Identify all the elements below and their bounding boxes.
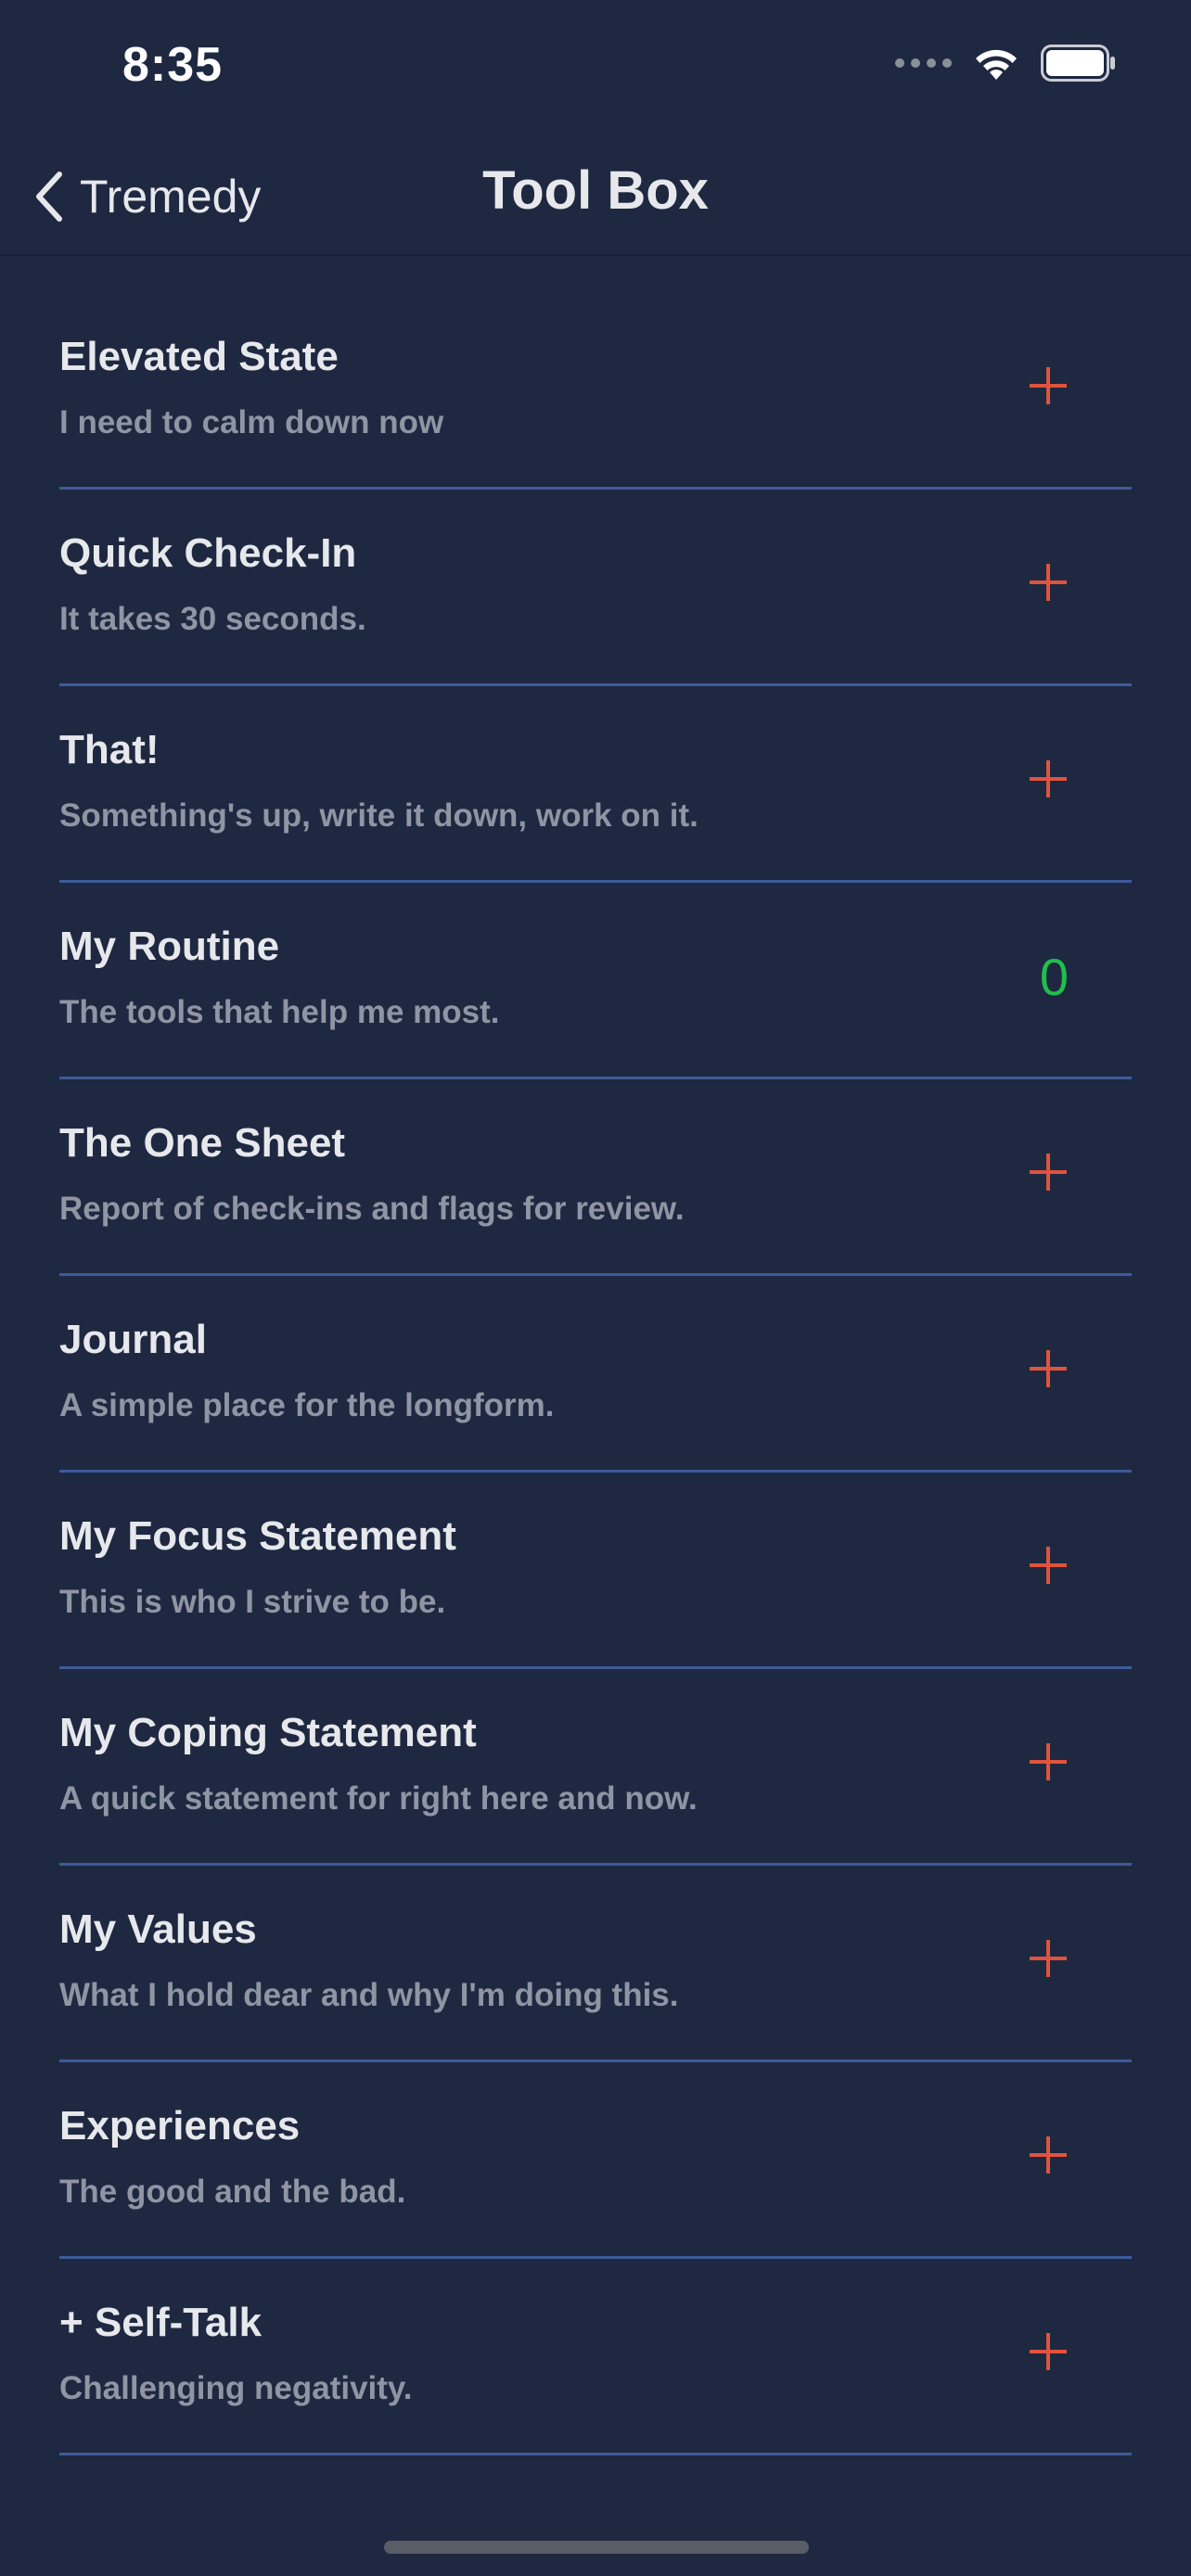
home-indicator[interactable]: [384, 2541, 809, 2554]
tool-row-quick-check-in[interactable]: Quick Check-In It takes 30 seconds.: [59, 490, 1132, 686]
tool-row-the-one-sheet[interactable]: The One Sheet Report of check-ins and fl…: [59, 1079, 1132, 1276]
status-icons: [895, 45, 1117, 82]
plus-icon: [1030, 1547, 1067, 1584]
tool-subtitle: This is who I strive to be.: [59, 1584, 446, 1620]
routine-count: 0: [1039, 948, 1069, 1006]
plus-icon: [1030, 2136, 1067, 2174]
tool-subtitle: Challenging negativity.: [59, 2370, 413, 2406]
tool-list: Elevated State I need to calm down now Q…: [59, 293, 1132, 2455]
plus-icon: [1030, 2333, 1067, 2370]
add-button[interactable]: [1020, 1537, 1076, 1593]
tool-row-that[interactable]: That! Something's up, write it down, wor…: [59, 686, 1132, 883]
wifi-icon: [976, 49, 1017, 80]
tool-row-my-routine[interactable]: My Routine The tools that help me most. …: [59, 883, 1132, 1079]
tool-title: My Routine: [59, 924, 280, 969]
tool-row-my-coping-statement[interactable]: My Coping Statement A quick statement fo…: [59, 1669, 1132, 1866]
plus-icon: [1030, 760, 1067, 797]
add-button[interactable]: [1020, 555, 1076, 610]
plus-icon: [1030, 564, 1067, 601]
tool-row-journal[interactable]: Journal A simple place for the longform.: [59, 1276, 1132, 1473]
add-button[interactable]: [1020, 1734, 1076, 1790]
add-button[interactable]: [1020, 1341, 1076, 1396]
add-button[interactable]: [1020, 1144, 1076, 1200]
tool-subtitle: What I hold dear and why I'm doing this.: [59, 1977, 679, 2013]
tool-subtitle: Something's up, write it down, work on i…: [59, 797, 698, 834]
tool-row-elevated-state[interactable]: Elevated State I need to calm down now: [59, 293, 1132, 490]
battery-icon: [1041, 45, 1115, 82]
tool-title: My Coping Statement: [59, 1710, 477, 1755]
tool-title: Experiences: [59, 2103, 301, 2149]
plus-icon: [1030, 367, 1067, 404]
tool-row-my-values[interactable]: My Values What I hold dear and why I'm d…: [59, 1866, 1132, 2062]
tool-title: My Values: [59, 1906, 257, 1952]
cellular-signal-icon: [895, 58, 952, 68]
tool-row-experiences[interactable]: Experiences The good and the bad.: [59, 2062, 1132, 2259]
add-button[interactable]: [1020, 1931, 1076, 1986]
add-button[interactable]: [1020, 358, 1076, 414]
tool-subtitle: I need to calm down now: [59, 404, 444, 440]
tool-subtitle: The tools that help me most.: [59, 994, 500, 1030]
plus-icon: [1030, 1154, 1067, 1191]
tool-row-my-focus-statement[interactable]: My Focus Statement This is who I strive …: [59, 1473, 1132, 1669]
tool-row-self-talk[interactable]: + Self-Talk Challenging negativity.: [59, 2259, 1132, 2455]
tool-subtitle: The good and the bad.: [59, 2174, 406, 2210]
tool-subtitle: It takes 30 seconds.: [59, 601, 366, 637]
tool-title: Elevated State: [59, 334, 339, 379]
plus-icon: [1030, 1940, 1067, 1977]
tool-title: That!: [59, 727, 160, 772]
tool-subtitle: A quick statement for right here and now…: [59, 1780, 698, 1817]
plus-icon: [1030, 1743, 1067, 1780]
tool-subtitle: Report of check-ins and flags for review…: [59, 1191, 685, 1227]
tool-title: Quick Check-In: [59, 530, 357, 576]
tool-title: + Self-Talk: [59, 2300, 263, 2345]
tool-title: My Focus Statement: [59, 1513, 456, 1559]
tool-title: Journal: [59, 1317, 207, 1362]
add-button[interactable]: [1020, 2324, 1076, 2379]
status-bar: 8:35: [0, 0, 1191, 139]
navigation-bar: Tremedy Tool Box: [0, 139, 1191, 256]
status-time: 8:35: [122, 38, 224, 92]
add-button[interactable]: [1020, 751, 1076, 807]
add-button[interactable]: [1020, 2127, 1076, 2183]
tool-title: The One Sheet: [59, 1120, 346, 1166]
plus-icon: [1030, 1350, 1067, 1387]
page-title: Tool Box: [482, 160, 709, 221]
tool-subtitle: A simple place for the longform.: [59, 1387, 555, 1423]
